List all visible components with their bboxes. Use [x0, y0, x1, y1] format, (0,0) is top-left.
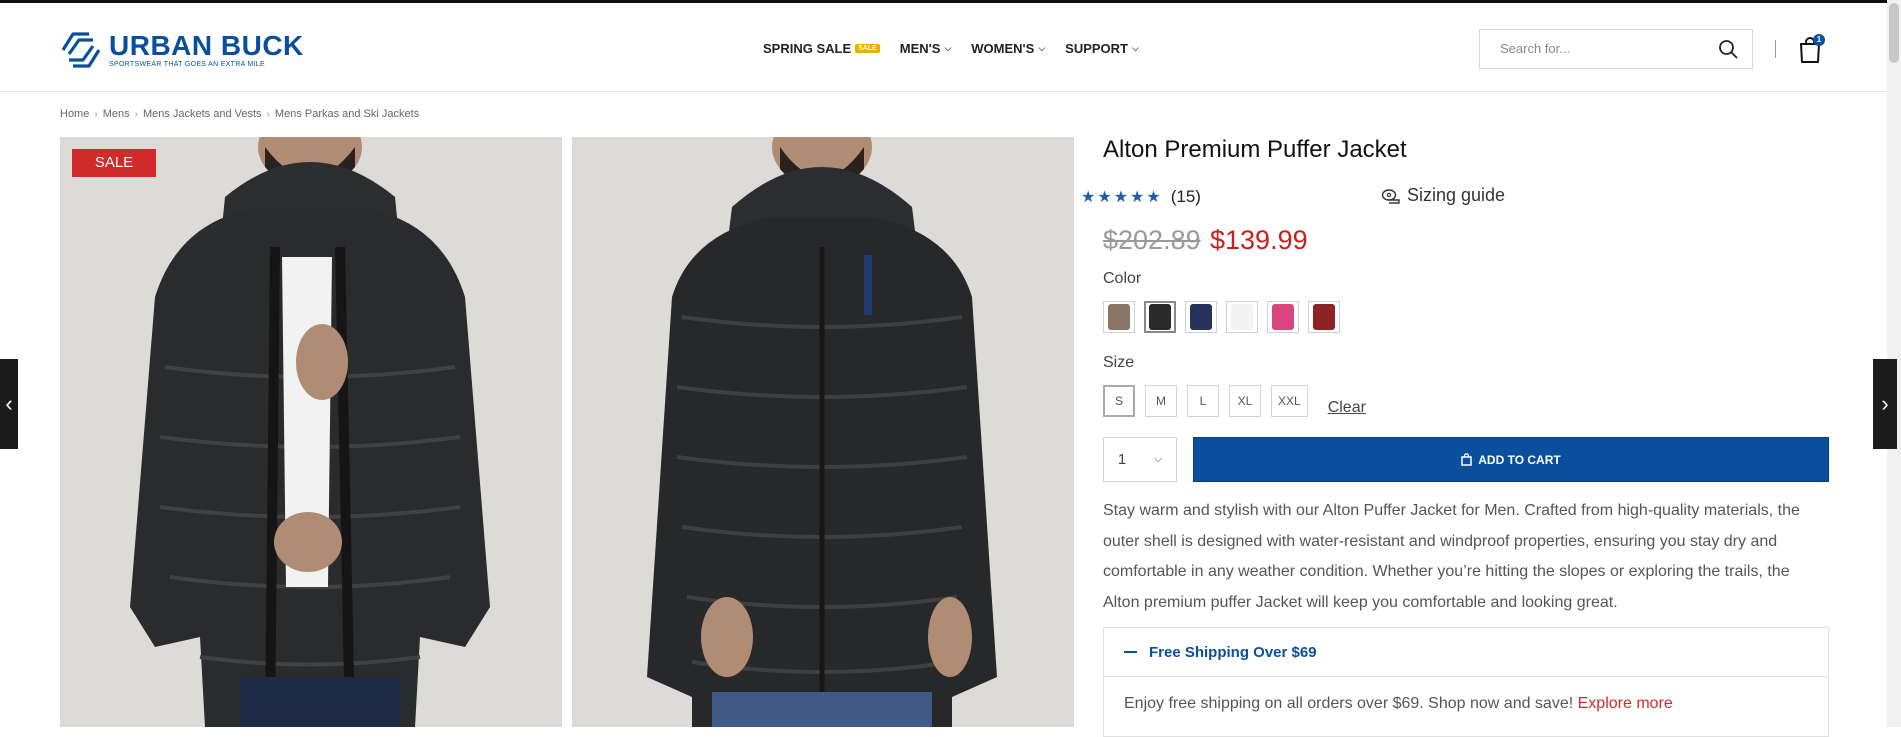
brand-logo-mark-icon: [61, 32, 101, 68]
star-icon: ★: [1097, 189, 1112, 206]
product-photo-illustration: [60, 137, 562, 727]
star-icon: ★: [1146, 189, 1161, 206]
size-option-m[interactable]: M: [1145, 385, 1177, 417]
shipping-text: Enjoy free shipping on all orders over $…: [1124, 695, 1574, 712]
shipping-accordion: Free Shipping Over $69 Enjoy free shippi…: [1103, 627, 1829, 737]
nav-item-label: SUPPORT: [1065, 41, 1128, 56]
swatch-fill: [1231, 304, 1253, 330]
nav-item-label: MEN'S: [899, 41, 941, 56]
color-label: Color: [1103, 270, 1142, 287]
shipping-body: Enjoy free shipping on all orders over $…: [1104, 677, 1828, 731]
nav-item-label: WOMEN'S: [971, 41, 1035, 56]
color-swatch-navy[interactable]: [1185, 301, 1217, 333]
product-title: Alton Premium Puffer Jacket: [1103, 136, 1407, 163]
color-swatch-pink[interactable]: [1267, 301, 1299, 333]
color-swatches: [1103, 301, 1340, 333]
nav-item-womens[interactable]: WOMEN'S ⌵: [971, 41, 1045, 56]
breadcrumb-separator-icon: ›: [134, 108, 138, 120]
nav-item-mens[interactable]: MEN'S ⌵: [900, 41, 951, 56]
chevron-left-icon: ‹: [5, 391, 13, 416]
cart-count-badge: 1: [1813, 34, 1825, 46]
add-to-cart-button[interactable]: ADD TO CART: [1193, 437, 1829, 482]
gallery-prev-button[interactable]: ‹: [0, 359, 18, 449]
nav-item-support[interactable]: SUPPORT ⌵: [1065, 41, 1139, 56]
original-price: $202.89: [1103, 225, 1201, 255]
sizing-guide-label: Sizing guide: [1407, 185, 1506, 205]
sale-price: $139.99: [1210, 225, 1308, 255]
star-icon: ★: [1113, 189, 1129, 206]
size-option-xxl[interactable]: XXL: [1271, 385, 1308, 417]
chevron-down-icon: ⌵: [944, 43, 952, 53]
star-icon: ★: [1130, 189, 1145, 206]
breadcrumb-link-jackets[interactable]: Mens Jackets and Vests: [143, 108, 262, 120]
explore-more-link[interactable]: Explore more: [1578, 695, 1673, 712]
minus-icon: [1124, 651, 1137, 653]
scrollbar-thumb[interactable]: [1889, 3, 1899, 63]
size-option-xl[interactable]: XL: [1229, 385, 1261, 417]
swatch-fill: [1190, 304, 1212, 330]
swatch-fill: [1149, 304, 1171, 330]
breadcrumb-separator-icon: ›: [266, 108, 270, 120]
breadcrumb-link-home[interactable]: Home: [60, 108, 89, 120]
color-swatch-tan[interactable]: [1103, 301, 1135, 333]
shipping-title: Free Shipping Over $69: [1149, 643, 1317, 661]
size-option-l[interactable]: L: [1187, 385, 1219, 417]
breadcrumb-current: Mens Parkas and Ski Jackets: [274, 108, 420, 120]
main-nav: SPRING SALE SALE MEN'S ⌵ WOMEN'S ⌵ SUPPO…: [763, 41, 1159, 56]
star-icon: ★: [1081, 189, 1096, 206]
nav-sale-badge: SALE: [855, 44, 880, 53]
tape-measure-icon: [1381, 188, 1400, 204]
chevron-down-icon: ⌵: [1153, 453, 1163, 465]
cart-button[interactable]: 1: [1797, 34, 1825, 64]
shipping-accordion-toggle[interactable]: Free Shipping Over $69: [1104, 628, 1828, 677]
product-description: Stay warm and stylish with our Alton Puf…: [1103, 502, 1800, 611]
size-options: S M L XL XXL Clear: [1103, 385, 1366, 417]
chevron-down-icon: ⌵: [1132, 43, 1139, 53]
product-rating[interactable]: ★ ★ ★ ★ ★ (15): [1081, 187, 1201, 207]
brand-logo[interactable]: URBAN BUCK SPORTSWEAR THAT GOES AN EXTRA…: [59, 30, 304, 70]
product-image-open[interactable]: [60, 137, 562, 727]
swatch-fill: [1313, 304, 1335, 330]
product-photo-illustration: [572, 137, 1074, 727]
size-option-s[interactable]: S: [1103, 385, 1135, 417]
swatch-fill: [1108, 304, 1130, 330]
search-input[interactable]: [1498, 40, 1702, 57]
quantity-select[interactable]: 1 ⌵: [1103, 437, 1177, 482]
swatch-fill: [1272, 304, 1294, 330]
sizing-guide-link[interactable]: Sizing guide: [1381, 185, 1505, 206]
header-divider: [1775, 40, 1776, 58]
nav-item-label: SPRING SALE: [763, 41, 852, 56]
color-swatch-white[interactable]: [1226, 301, 1258, 333]
shopping-bag-icon: [1461, 453, 1473, 466]
search-box: [1479, 29, 1753, 69]
nav-item-spring-sale[interactable]: SPRING SALE SALE: [763, 41, 880, 56]
clear-size-link[interactable]: Clear: [1328, 399, 1366, 417]
color-swatch-red[interactable]: [1308, 301, 1340, 333]
breadcrumb: Home › Mens › Mens Jackets and Vests › M…: [60, 108, 419, 120]
rating-count: (15): [1170, 187, 1201, 206]
chevron-down-icon: ⌵: [1038, 43, 1046, 53]
add-to-cart-label: ADD TO CART: [1478, 452, 1561, 467]
size-label: Size: [1103, 354, 1135, 371]
breadcrumb-separator-icon: ›: [94, 108, 98, 120]
chevron-right-icon: ›: [1881, 391, 1889, 416]
brand-tagline: SPORTSWEAR THAT GOES AN EXTRA MILE: [109, 61, 265, 68]
site-header: URBAN BUCK SPORTSWEAR THAT GOES AN EXTRA…: [0, 3, 1901, 92]
product-image-closed[interactable]: [572, 137, 1074, 727]
gallery-next-button[interactable]: ›: [1873, 359, 1897, 449]
color-swatch-black[interactable]: [1144, 301, 1176, 333]
search-icon[interactable]: [1718, 39, 1738, 59]
brand-name: URBAN BUCK: [109, 30, 304, 61]
breadcrumb-link-mens[interactable]: Mens: [103, 108, 130, 120]
quantity-value: 1: [1117, 451, 1127, 468]
sale-badge: SALE: [72, 149, 156, 177]
